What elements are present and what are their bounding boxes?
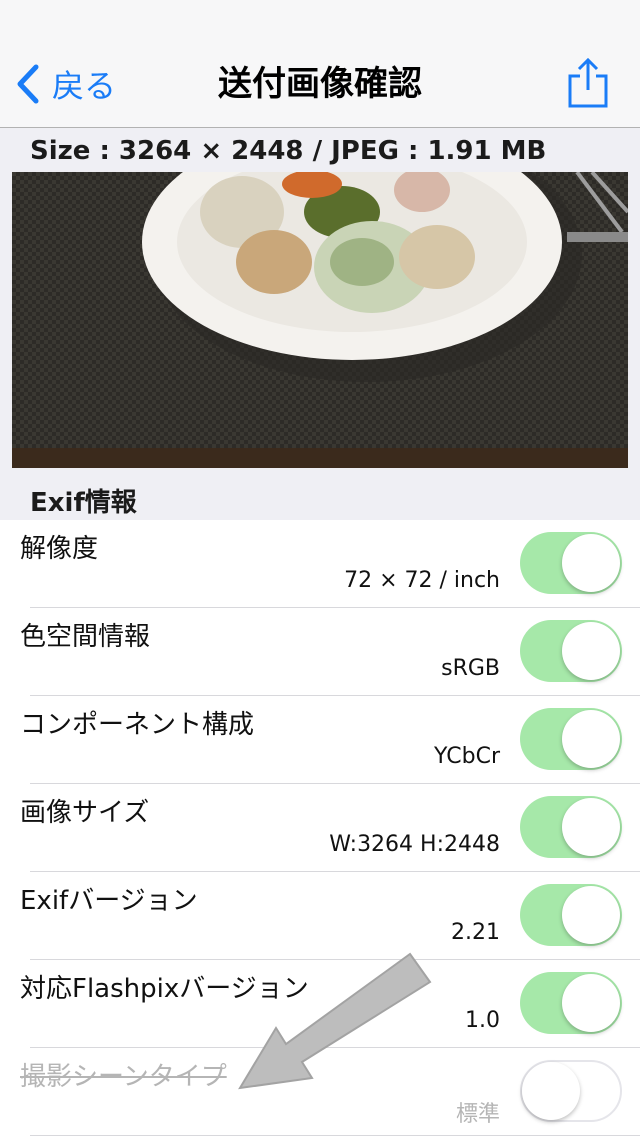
row-label: 対応Flashpixバージョン bbox=[20, 974, 309, 1004]
toggle-knob bbox=[562, 534, 620, 592]
toggle-knob bbox=[522, 1062, 580, 1120]
share-icon bbox=[568, 57, 608, 108]
image-info-bar: Size : 3264 × 2448 / JPEG : 1.91 MB bbox=[0, 128, 640, 172]
row-label: Exifバージョン bbox=[20, 886, 198, 916]
share-button[interactable] bbox=[566, 56, 610, 110]
flashpix-version-toggle[interactable] bbox=[520, 972, 622, 1034]
exif-row-image-size: 画像サイズ W:3264 H:2448 bbox=[0, 784, 640, 872]
row-label: 撮影シーンタイプ bbox=[20, 1062, 227, 1092]
row-value: W:3264 H:2448 bbox=[329, 832, 500, 857]
photo-preview bbox=[12, 172, 628, 468]
row-value: 1.0 bbox=[465, 1008, 500, 1033]
row-value: 標準 bbox=[455, 1102, 500, 1127]
image-size-toggle[interactable] bbox=[520, 796, 622, 858]
row-value: YCbCr bbox=[434, 744, 500, 769]
toggle-knob bbox=[562, 622, 620, 680]
toggle-knob bbox=[562, 798, 620, 856]
resolution-toggle[interactable] bbox=[520, 532, 622, 594]
page-title: 送付画像確認 bbox=[218, 64, 422, 104]
toggle-knob bbox=[562, 886, 620, 944]
exif-row-exif-version: Exifバージョン 2.21 bbox=[0, 872, 640, 960]
row-label: 解像度 bbox=[20, 534, 99, 564]
color-space-toggle[interactable] bbox=[520, 620, 622, 682]
scene-type-toggle[interactable] bbox=[520, 1060, 622, 1122]
row-label: 色空間情報 bbox=[20, 622, 151, 652]
exif-version-toggle[interactable] bbox=[520, 884, 622, 946]
components-toggle[interactable] bbox=[520, 708, 622, 770]
row-value: 2.21 bbox=[451, 920, 500, 945]
exif-row-components: コンポーネント構成 YCbCr bbox=[0, 696, 640, 784]
row-label: コンポーネント構成 bbox=[20, 710, 255, 740]
row-value: 72 × 72 / inch bbox=[344, 568, 500, 593]
exif-row-scene-type: 撮影シーンタイプ 標準 bbox=[0, 1048, 640, 1136]
toggle-knob bbox=[562, 974, 620, 1032]
navigation-bar: 戻る 送付画像確認 bbox=[0, 0, 640, 128]
row-value: sRGB bbox=[441, 656, 500, 681]
exif-row-flashpix-version: 対応Flashpixバージョン 1.0 bbox=[0, 960, 640, 1048]
exif-row-color-space: 色空間情報 sRGB bbox=[0, 608, 640, 696]
row-label: 画像サイズ bbox=[20, 798, 150, 828]
exif-list: 解像度 72 × 72 / inch 色空間情報 sRGB コンポーネント構成 … bbox=[0, 520, 640, 1136]
image-size-text: Size : 3264 × 2448 / JPEG : 1.91 MB bbox=[30, 136, 547, 166]
exif-row-resolution: 解像度 72 × 72 / inch bbox=[0, 520, 640, 608]
toggle-knob bbox=[562, 710, 620, 768]
exif-section-title: Exif情報 bbox=[30, 488, 137, 518]
